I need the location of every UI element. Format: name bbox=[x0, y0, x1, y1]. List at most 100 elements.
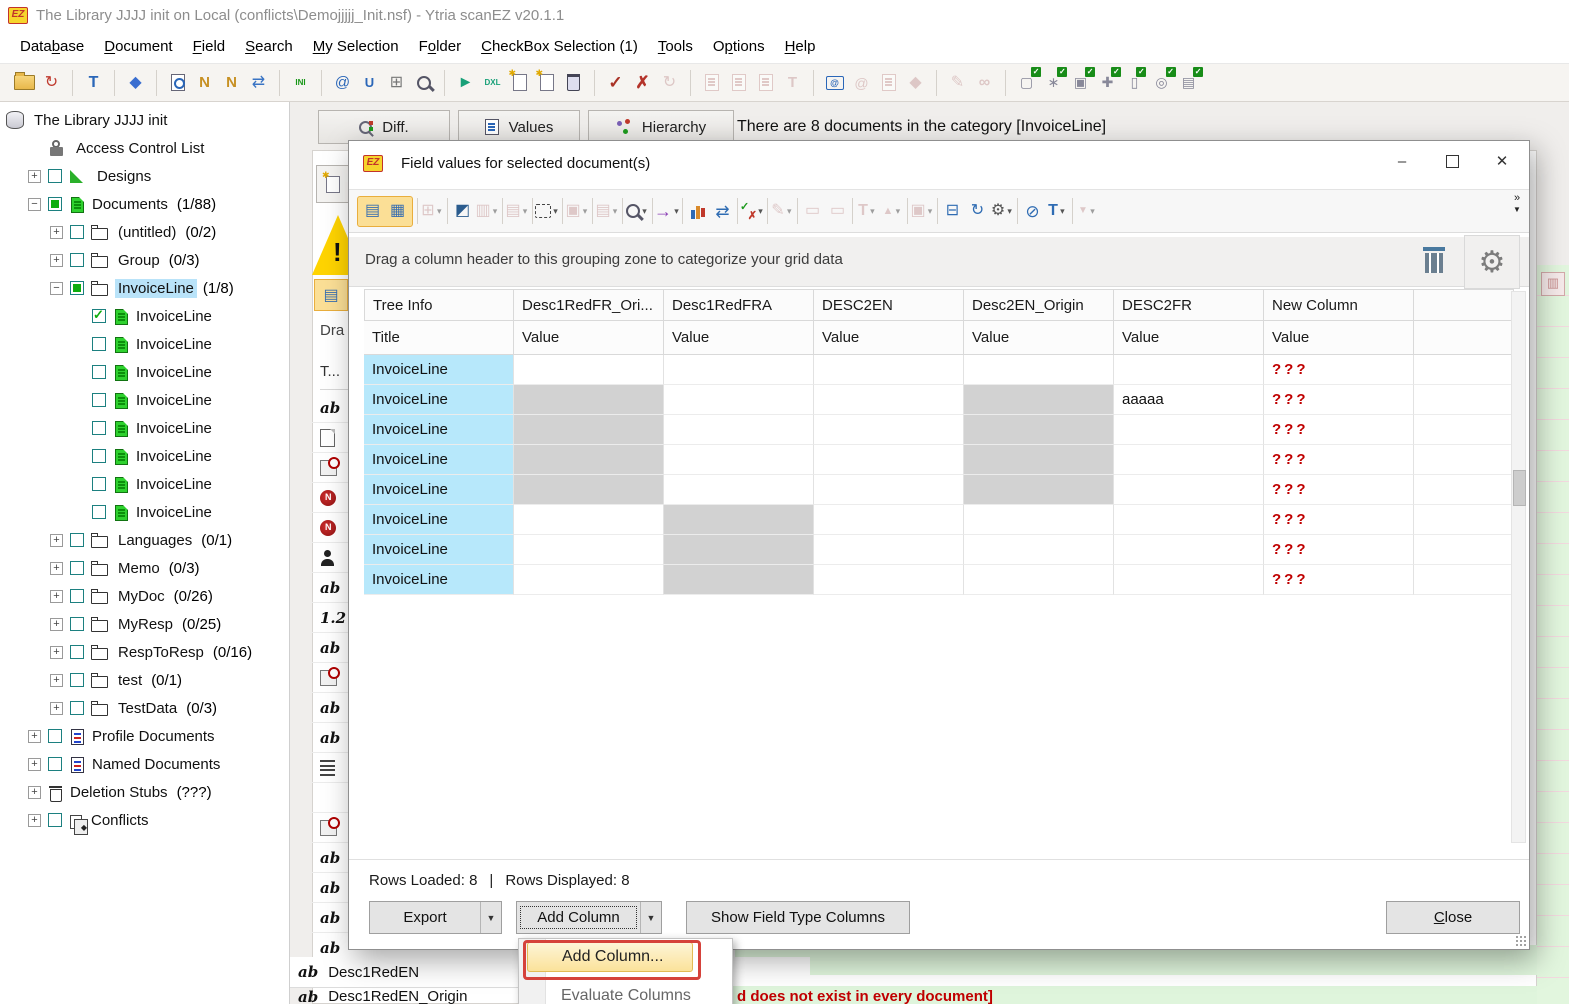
swap-axes-icon[interactable]: ⇄ bbox=[710, 199, 735, 224]
subheader-cell[interactable] bbox=[1414, 321, 1514, 355]
cancel-icon[interactable]: ✗ bbox=[629, 69, 656, 96]
tree-item-invoiceline[interactable]: −InvoiceLine(1/8) bbox=[0, 274, 289, 302]
search-formula-icon[interactable]: @ bbox=[329, 69, 356, 96]
value-cell[interactable] bbox=[664, 475, 814, 505]
value-cell[interactable] bbox=[514, 445, 664, 475]
tree-item-mydoc[interactable]: +MyDoc(0/26) bbox=[0, 582, 289, 610]
dropdown-arrow-icon[interactable]: ▾ bbox=[581, 206, 590, 217]
tree-expander[interactable]: + bbox=[28, 758, 41, 771]
tree-item-invoiceline[interactable]: InvoiceLine bbox=[0, 358, 289, 386]
delete-document-icon[interactable] bbox=[560, 69, 587, 96]
view-list-icon[interactable]: ▤ bbox=[360, 199, 385, 224]
tree-expander[interactable]: + bbox=[50, 646, 63, 659]
row-bands-icon[interactable]: ▤▾ bbox=[505, 199, 530, 224]
tree-expander[interactable]: + bbox=[28, 814, 41, 827]
value-cell[interactable] bbox=[814, 415, 964, 445]
value-cell[interactable] bbox=[964, 535, 1114, 565]
document-card-icon[interactable]: @ bbox=[821, 69, 848, 96]
tree-item-testdata[interactable]: +TestData(0/3) bbox=[0, 694, 289, 722]
refresh-form-icon[interactable]: ↻ bbox=[965, 199, 990, 224]
export-document-icon[interactable]: ► bbox=[452, 69, 479, 96]
menu-item-add-column[interactable]: Add Column... bbox=[527, 942, 693, 972]
tree-item-invoiceline[interactable]: InvoiceLine bbox=[0, 498, 289, 526]
tab-values[interactable]: Values bbox=[458, 110, 580, 144]
tree-checkbox-unchecked[interactable] bbox=[48, 729, 62, 743]
tree-checkbox-unchecked[interactable] bbox=[70, 645, 84, 659]
menu-item-checkbox-selection-1-[interactable]: CheckBox Selection (1) bbox=[471, 32, 648, 61]
select-report-icon[interactable]: ▤ bbox=[1175, 69, 1202, 96]
navigator-document-icon[interactable]: ◆ bbox=[902, 69, 929, 96]
navigator-icon[interactable]: ◆ bbox=[122, 69, 149, 96]
menu-item-database[interactable]: Database bbox=[10, 32, 94, 61]
preview-document-icon[interactable] bbox=[164, 69, 191, 96]
value-cell[interactable] bbox=[814, 385, 964, 415]
tree-item-test[interactable]: +test(0/1) bbox=[0, 666, 289, 694]
menu-item-field[interactable]: Field bbox=[183, 32, 236, 61]
menu-item-help[interactable]: Help bbox=[775, 32, 826, 61]
select-star-icon[interactable]: ∗ bbox=[1040, 69, 1067, 96]
value-cell[interactable] bbox=[964, 475, 1114, 505]
new-document-icon[interactable] bbox=[506, 69, 533, 96]
tree-checkbox-unchecked[interactable] bbox=[92, 337, 106, 351]
export-dropdown-arrow-icon[interactable]: ▼ bbox=[480, 902, 501, 933]
tree-checkbox-unchecked[interactable] bbox=[70, 589, 84, 603]
zoom-document-icon[interactable] bbox=[410, 69, 437, 96]
reload-icon[interactable]: ↻ bbox=[656, 69, 683, 96]
value-cell[interactable] bbox=[964, 445, 1114, 475]
tree-info-cell[interactable]: InvoiceLine bbox=[364, 355, 514, 385]
select-target-icon[interactable]: ◎ bbox=[1148, 69, 1175, 96]
dropdown-arrow-icon[interactable]: ▾ bbox=[551, 206, 560, 217]
add-column-button[interactable]: Add Column ▼ bbox=[516, 901, 662, 934]
tree-item-invoiceline[interactable]: InvoiceLine bbox=[0, 386, 289, 414]
value-cell[interactable] bbox=[1114, 535, 1264, 565]
value-cell[interactable]: aaaaa bbox=[1114, 385, 1264, 415]
dropdown-arrow-icon[interactable]: ▾ bbox=[756, 206, 765, 217]
sort-icon[interactable]: ▲▾ bbox=[880, 199, 905, 224]
tree-checkbox-unchecked[interactable] bbox=[48, 169, 62, 183]
value-cell[interactable] bbox=[664, 385, 814, 415]
check-uncheck-icon[interactable]: ▾ bbox=[740, 199, 765, 224]
minimize-button[interactable]: – bbox=[1377, 141, 1427, 181]
dropdown-arrow-icon[interactable]: ▾ bbox=[868, 206, 877, 217]
menu-item-evaluate-columns[interactable]: Evaluate Columns bbox=[547, 981, 729, 1004]
value-cell[interactable] bbox=[1114, 355, 1264, 385]
tree-expander[interactable]: − bbox=[28, 198, 41, 211]
value-cell[interactable] bbox=[664, 505, 814, 535]
database-title-icon[interactable]: T bbox=[80, 69, 107, 96]
tree-info-cell[interactable]: InvoiceLine bbox=[364, 565, 514, 595]
tree-checkbox-unchecked[interactable] bbox=[92, 477, 106, 491]
value-cell[interactable] bbox=[664, 355, 814, 385]
clipboard-title-icon[interactable]: T bbox=[779, 69, 806, 96]
row-reset-icon[interactable]: ▭ bbox=[825, 199, 850, 224]
value-cell[interactable] bbox=[514, 505, 664, 535]
value-cell[interactable] bbox=[664, 415, 814, 445]
menu-item-folder[interactable]: Folder bbox=[409, 32, 472, 61]
open-in-notes-icon[interactable]: N bbox=[191, 69, 218, 96]
broom-icon[interactable]: ✎ bbox=[944, 69, 971, 96]
tree-checkbox-unchecked[interactable] bbox=[70, 253, 84, 267]
tree-expander[interactable]: + bbox=[50, 674, 63, 687]
tree-checkbox-unchecked[interactable] bbox=[70, 533, 84, 547]
select-copies-icon[interactable]: ▣ bbox=[1067, 69, 1094, 96]
value-cell[interactable] bbox=[514, 535, 664, 565]
value-cell[interactable] bbox=[814, 505, 964, 535]
value-cell[interactable] bbox=[514, 475, 664, 505]
ini-settings-icon[interactable]: INI bbox=[287, 69, 314, 96]
tree-expander[interactable]: + bbox=[28, 786, 41, 799]
tree-checkbox-unchecked[interactable] bbox=[92, 393, 106, 407]
column-header-desc2en-origin[interactable]: Desc2EN_Origin bbox=[964, 289, 1114, 321]
tree-info-cell[interactable]: InvoiceLine bbox=[364, 535, 514, 565]
dropdown-arrow-icon[interactable]: ▾ bbox=[640, 206, 649, 217]
close-button[interactable]: Close bbox=[1386, 901, 1520, 934]
tree-checkbox-unchecked[interactable] bbox=[92, 449, 106, 463]
paste-document-icon[interactable] bbox=[698, 69, 725, 96]
scrollbar-thumb[interactable] bbox=[1513, 470, 1526, 506]
remove-rows-icon[interactable]: ⊟ bbox=[940, 199, 965, 224]
dropdown-arrow-icon[interactable]: ▾ bbox=[926, 206, 935, 217]
tree-checkbox-unchecked[interactable] bbox=[92, 365, 106, 379]
vertical-scrollbar[interactable] bbox=[1511, 291, 1526, 843]
binoculars-icon[interactable]: ∞ bbox=[971, 69, 998, 96]
value-cell[interactable]: ??? bbox=[1264, 565, 1414, 595]
tree-item-languages[interactable]: +Languages(0/1) bbox=[0, 526, 289, 554]
dropdown-arrow-icon[interactable]: ▾ bbox=[672, 206, 681, 217]
